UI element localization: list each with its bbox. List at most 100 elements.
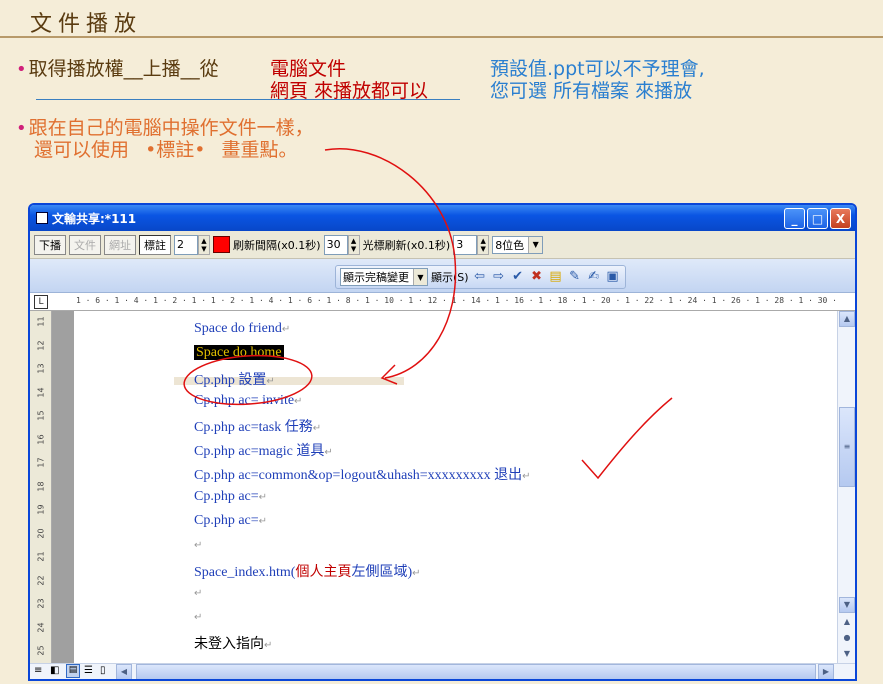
bullet-1-text: 取得播放權__上播__從 — [28, 58, 219, 80]
horizontal-scrollbar[interactable]: ≡ ◧ ▤ ☰ ▯ ◀ ▶ — [30, 663, 855, 679]
window-buttons: _ □ X — [784, 208, 851, 229]
close-button[interactable]: X — [830, 208, 851, 229]
doc-line[interactable]: Cp.php ac= invite↵ — [194, 393, 302, 409]
review-toolbar: 顯示完稿變更 ▼ 顯示(S) ⇦ ⇨ ✔ ✖ ▤ ✎ ✍ ▣ — [30, 259, 855, 293]
vruler-mark: 21 — [36, 551, 46, 562]
doc-line[interactable]: ↵ — [194, 609, 202, 625]
doc-line-text: Space_index.htm( — [194, 565, 296, 580]
horizontal-ruler[interactable]: L 1 · 6 · 1 · 4 · 1 · 2 · 1 · 1 · 2 · 1 … — [30, 293, 855, 311]
scroll-down-icon[interactable]: ▼ — [839, 597, 855, 613]
next-change-icon[interactable]: ⇨ — [491, 269, 507, 285]
document-area[interactable]: 11 12 13 14 15 16 17 18 19 20 21 22 23 24 25 Space do … — [30, 311, 855, 663]
vruler-mark: 13 — [36, 363, 46, 374]
spin-arrows-icon[interactable]: ▲ ▼ — [347, 234, 360, 255]
vruler-mark: 20 — [36, 527, 46, 539]
tab-stop-icon[interactable]: L — [34, 295, 48, 309]
doc-line-text: Cp.php ac= invite — [194, 393, 295, 408]
outline-view-icon[interactable]: ☰ — [84, 665, 93, 676]
doc-line-text: Cp.php ac= — [194, 489, 259, 504]
show-menu[interactable]: 顯示(S) — [431, 269, 469, 285]
cursor-label: 光標刷新(x0.1秒) — [362, 238, 451, 252]
doc-line-text: Cp.php ac= — [194, 513, 259, 528]
chevron-down-icon[interactable]: ▼ — [413, 269, 427, 285]
refresh-stepper[interactable]: 30 ▲ ▼ — [323, 234, 360, 255]
doc-line[interactable]: Cp.php ac=↵ — [194, 489, 267, 505]
doc-line[interactable]: ↵ — [194, 537, 202, 553]
annot-button[interactable]: 標註 — [139, 234, 171, 255]
highlight-icon[interactable]: ✎ — [567, 269, 583, 285]
show-final-value: 顯示完稿變更 — [343, 271, 409, 284]
track-changes-icon[interactable]: ✍ — [586, 269, 602, 285]
web-view-icon[interactable]: ◧ — [50, 665, 59, 676]
hscroll-thumb[interactable] — [136, 664, 816, 679]
doc-line[interactable]: Space do home — [194, 345, 284, 361]
prev-change-icon[interactable]: ⇦ — [472, 269, 488, 285]
window-titlebar[interactable]: 文輸共享:*111 _ □ X — [30, 205, 855, 231]
comment-icon[interactable]: ▤ — [548, 269, 564, 285]
next-page-icon[interactable]: ▼ — [839, 647, 855, 663]
paragraph-mark: ↵ — [258, 516, 268, 527]
vertical-scrollbar[interactable]: ▲ ≡ ▼ ▲ ● ▼ — [837, 311, 855, 663]
reading-view-icon[interactable]: ▯ — [100, 665, 106, 676]
vruler-mark: 17 — [36, 457, 46, 468]
bullet-2-line2b: •標註• — [145, 139, 206, 161]
refresh-value[interactable]: 30 — [323, 234, 348, 255]
web-button[interactable]: 網址 — [104, 234, 136, 255]
pen-width-value[interactable]: 2 — [174, 234, 198, 255]
doc-line-text: Cp.php 設置 — [194, 373, 267, 388]
document-page[interactable]: Space do friend↵ Space do home Cp.php 設置… — [74, 311, 836, 663]
paragraph-mark: ↵ — [194, 612, 203, 623]
doc-line[interactable]: Cp.php 設置↵ — [194, 369, 275, 389]
doc-line[interactable]: Space do friend↵ — [194, 321, 290, 337]
down-button[interactable]: 下播 — [34, 234, 66, 255]
show-final-select[interactable]: 顯示完稿變更 ▼ — [340, 268, 428, 286]
doc-line-text: Cp.php ac=magic 道具 — [194, 444, 325, 459]
scroll-up-icon[interactable]: ▲ — [839, 311, 855, 327]
chevron-down-icon[interactable]: ▼ — [528, 236, 543, 253]
doc-line[interactable]: Cp.php ac=task 任務↵ — [194, 416, 321, 436]
spin-arrows-icon[interactable]: ▲ ▼ — [198, 234, 210, 255]
doc-line[interactable]: Space_index.htm(個人主頁左側區域)↵ — [194, 561, 421, 581]
color-depth-value: 8位色 — [495, 238, 525, 252]
maximize-button[interactable]: □ — [807, 208, 828, 229]
minimize-button[interactable]: _ — [784, 208, 805, 229]
pen-width-stepper[interactable]: 2 ▲ ▼ — [174, 234, 210, 255]
doc-line[interactable]: Cp.php ac=↵ — [194, 513, 267, 529]
page-margin — [52, 311, 74, 663]
doc-line-text: 左側區域) — [351, 565, 413, 580]
bullet-2-line2c: 畫重點。 — [221, 139, 298, 161]
pen-color-swatch[interactable] — [213, 236, 230, 253]
cursor-value[interactable]: 3 — [453, 234, 478, 255]
main-toolbar: 下播 文件 網址 標註 2 ▲ ▼ 刷新間隔(x0.1秒) 30 ▲ ▼ 光標刷新(… — [30, 231, 855, 259]
paragraph-mark: ↵ — [194, 588, 203, 599]
cursor-stepper[interactable]: 3 ▲ ▼ — [453, 234, 490, 255]
paragraph-mark: ↵ — [264, 640, 273, 651]
review-toolbar-group: 顯示完稿變更 ▼ 顯示(S) ⇦ ⇨ ✔ ✖ ▤ ✎ ✍ ▣ — [335, 265, 626, 289]
slide-title: 文件播放 — [30, 12, 143, 37]
doc-line[interactable]: Cp.php ac=common&op=logout&uhash=xxxxxxx… — [194, 464, 531, 484]
scroll-right-icon[interactable]: ▶ — [818, 664, 834, 679]
scroll-thumb[interactable]: ≡ — [839, 407, 855, 487]
scroll-left-icon[interactable]: ◀ — [116, 664, 132, 679]
doc-line[interactable]: 未登入指向↵ — [194, 633, 272, 653]
vruler-mark: 18 — [36, 480, 46, 492]
file-button[interactable]: 文件 — [69, 234, 101, 255]
reject-change-icon[interactable]: ✖ — [529, 269, 545, 285]
bullet-dot: • — [16, 59, 27, 80]
accept-change-icon[interactable]: ✔ — [510, 269, 526, 285]
reviewing-pane-icon[interactable]: ▣ — [605, 269, 621, 285]
spin-arrows-icon[interactable]: ▲ ▼ — [477, 234, 490, 255]
vruler-mark: 22 — [36, 574, 46, 586]
note-line2: 您可選 所有檔案 來播放 — [490, 80, 693, 102]
normal-view-icon[interactable]: ≡ — [34, 665, 42, 676]
browse-object-icon[interactable]: ● — [839, 631, 855, 647]
ruler-scale: 1 · 6 · 1 · 4 · 1 · 2 · 1 · 1 · 2 · 1 · … — [76, 296, 836, 307]
color-depth-select[interactable]: 8位色 ▼ — [492, 235, 544, 254]
vertical-ruler: 11 12 13 14 15 16 17 18 19 20 21 22 23 24 25 — [30, 311, 52, 663]
bullet-dot: • — [16, 118, 27, 139]
prev-page-icon[interactable]: ▲ — [839, 615, 855, 631]
print-view-icon[interactable]: ▤ — [66, 664, 80, 678]
doc-line[interactable]: ↵ — [194, 585, 202, 601]
window-title: 文輸共享:*111 — [52, 211, 137, 226]
doc-line[interactable]: Cp.php ac=magic 道具↵ — [194, 440, 333, 460]
